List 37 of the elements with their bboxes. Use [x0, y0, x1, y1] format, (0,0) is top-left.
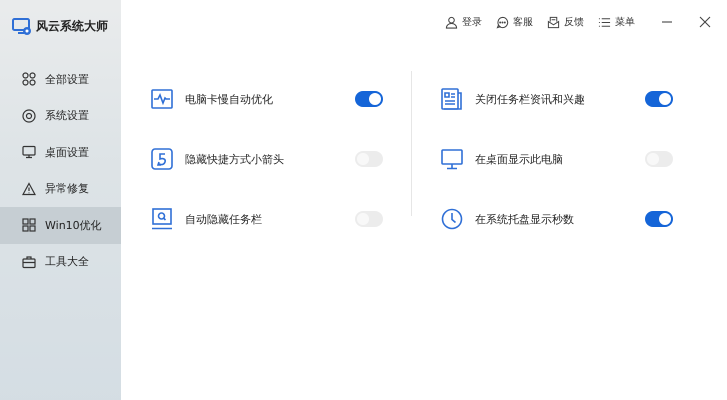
header-link[interactable]: 反馈 [547, 15, 584, 29]
menu-icon [598, 16, 611, 28]
sidebar-item[interactable]: Win10优化 [0, 207, 121, 244]
sidebar-item[interactable]: 异常修复 [0, 170, 121, 207]
header-link[interactable]: 菜单 [598, 15, 635, 29]
monitor-icon [22, 145, 36, 160]
monitor-icon [441, 148, 463, 170]
sidebar-item[interactable]: 工具大全 [0, 244, 121, 280]
toggle-switch[interactable] [645, 211, 673, 227]
close-icon[interactable] [699, 16, 711, 28]
clock-icon [441, 208, 463, 230]
logo-icon [12, 18, 32, 36]
toggle-switch[interactable] [355, 91, 383, 107]
gear-icon [22, 108, 36, 123]
grid-icon [22, 72, 36, 86]
windows-icon [22, 218, 36, 232]
setting-label: 在桌面显示此电脑 [475, 152, 564, 166]
chat-icon [496, 16, 509, 28]
warning-icon [22, 182, 36, 196]
search-icon [151, 208, 173, 230]
setting-label: 自动隐藏任务栏 [185, 212, 263, 226]
sidebar-item[interactable]: 全部设置 [0, 61, 121, 98]
header-link[interactable]: 客服 [496, 15, 533, 29]
setting-label: 隐藏快捷方式小箭头 [185, 152, 285, 166]
sidebar-item[interactable]: 桌面设置 [0, 134, 121, 170]
app-title: 风云系统大师 [36, 18, 108, 35]
setting-label: 在系统托盘显示秒数 [475, 212, 575, 226]
user-icon [445, 16, 458, 28]
setting-label: 关闭任务栏资讯和兴趣 [475, 92, 586, 106]
toolbox-icon [22, 254, 36, 269]
news-icon [441, 88, 463, 110]
header-link[interactable]: 登录 [445, 15, 482, 29]
toggle-switch[interactable] [645, 91, 673, 107]
mail-icon [547, 16, 560, 28]
setting-label: 电脑卡慢自动优化 [185, 92, 274, 106]
pulse-icon [151, 88, 173, 110]
sidebar-item[interactable]: 系统设置 [0, 98, 121, 134]
